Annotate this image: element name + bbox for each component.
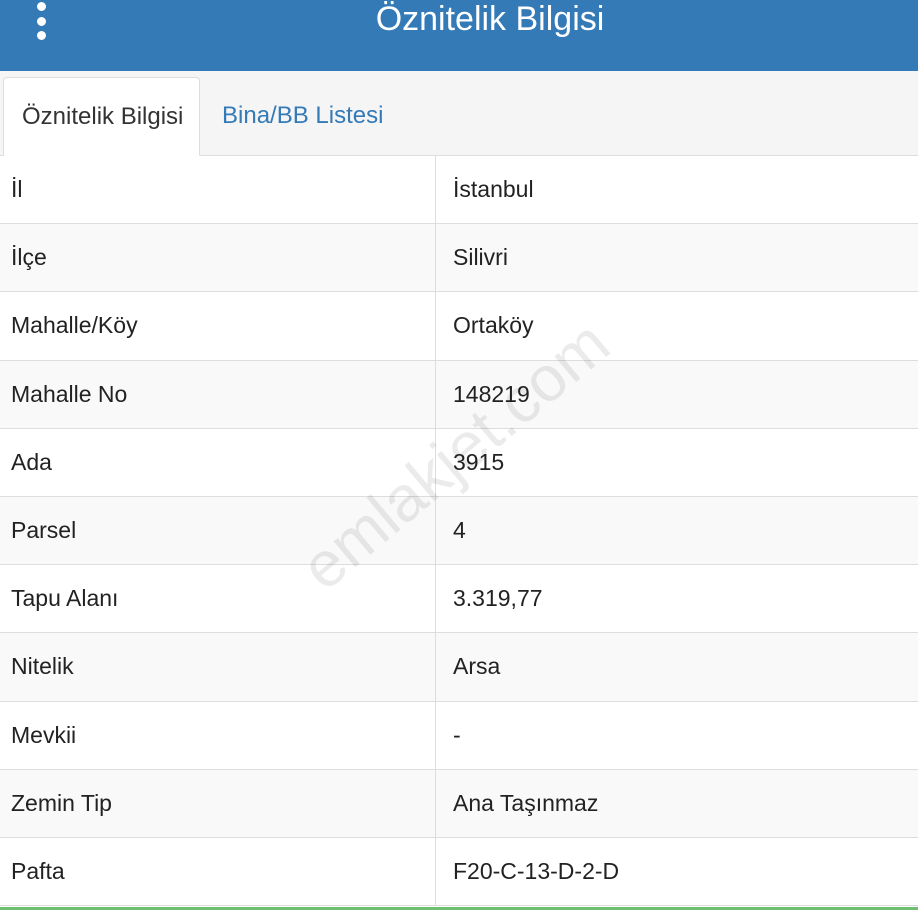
column-divider	[435, 428, 436, 496]
row-label: Ada	[11, 448, 52, 475]
column-divider	[435, 837, 436, 906]
column-divider	[435, 292, 436, 360]
table-row: Mahalle No 148219	[0, 360, 918, 429]
table-row: Mahalle/Köy Ortaköy	[0, 292, 918, 361]
row-label: İlçe	[11, 244, 47, 271]
column-divider	[435, 360, 436, 428]
column-divider	[435, 701, 436, 769]
row-label: Mahalle/Köy	[11, 312, 138, 339]
tab-bina-bb-listesi[interactable]: Bina/BB Listesi	[204, 77, 401, 155]
row-value: Silivri	[453, 244, 508, 271]
row-value: 4	[453, 517, 466, 544]
row-value: İstanbul	[453, 176, 534, 203]
column-divider	[435, 496, 436, 565]
column-divider	[435, 633, 436, 701]
column-divider	[435, 565, 436, 633]
tab-oznitelik-bilgisi[interactable]: Öznitelik Bilgisi	[3, 77, 200, 156]
column-divider	[435, 224, 436, 292]
row-label: Parsel	[11, 517, 77, 544]
table-row: Mevkii -	[0, 701, 918, 770]
app-header: Öznitelik Bilgisi	[0, 0, 918, 71]
row-value: 3915	[453, 448, 505, 475]
row-label: Mevkii	[11, 721, 77, 748]
row-label: Zemin Tip	[11, 789, 112, 816]
row-value: -	[453, 721, 461, 748]
table-row: Pafta F20-C-13-D-2-D	[0, 837, 918, 907]
row-value: Arsa	[453, 653, 501, 680]
row-value: F20-C-13-D-2-D	[453, 857, 620, 884]
table-row: İl İstanbul	[0, 156, 918, 225]
row-label: Mahalle No	[11, 380, 128, 407]
table-row: Tapu Alanı 3.319,77	[0, 565, 918, 634]
table-row: Nitelik Arsa	[0, 633, 918, 702]
row-value: 3.319,77	[453, 585, 543, 612]
table-row: Parsel 4	[0, 496, 918, 566]
row-label: İl	[11, 176, 23, 203]
table-row: İlçe Silivri	[0, 224, 918, 293]
table-row: Zemin Tip Ana Taşınmaz	[0, 769, 918, 838]
row-value: Ortaköy	[453, 312, 534, 339]
row-label: Nitelik	[11, 653, 74, 680]
row-label: Tapu Alanı	[11, 585, 119, 612]
column-divider	[435, 769, 436, 837]
attribute-table: İl İstanbul İlçe Silivri Mahalle/Köy Ort…	[0, 156, 918, 907]
column-divider	[435, 156, 436, 224]
row-value: 148219	[453, 380, 530, 407]
row-value: Ana Taşınmaz	[453, 789, 599, 816]
tab-bar: Öznitelik Bilgisi Bina/BB Listesi	[0, 71, 918, 156]
page-title: Öznitelik Bilgisi	[375, 0, 605, 38]
row-label: Pafta	[11, 857, 65, 884]
table-row: Ada 3915	[0, 428, 918, 497]
